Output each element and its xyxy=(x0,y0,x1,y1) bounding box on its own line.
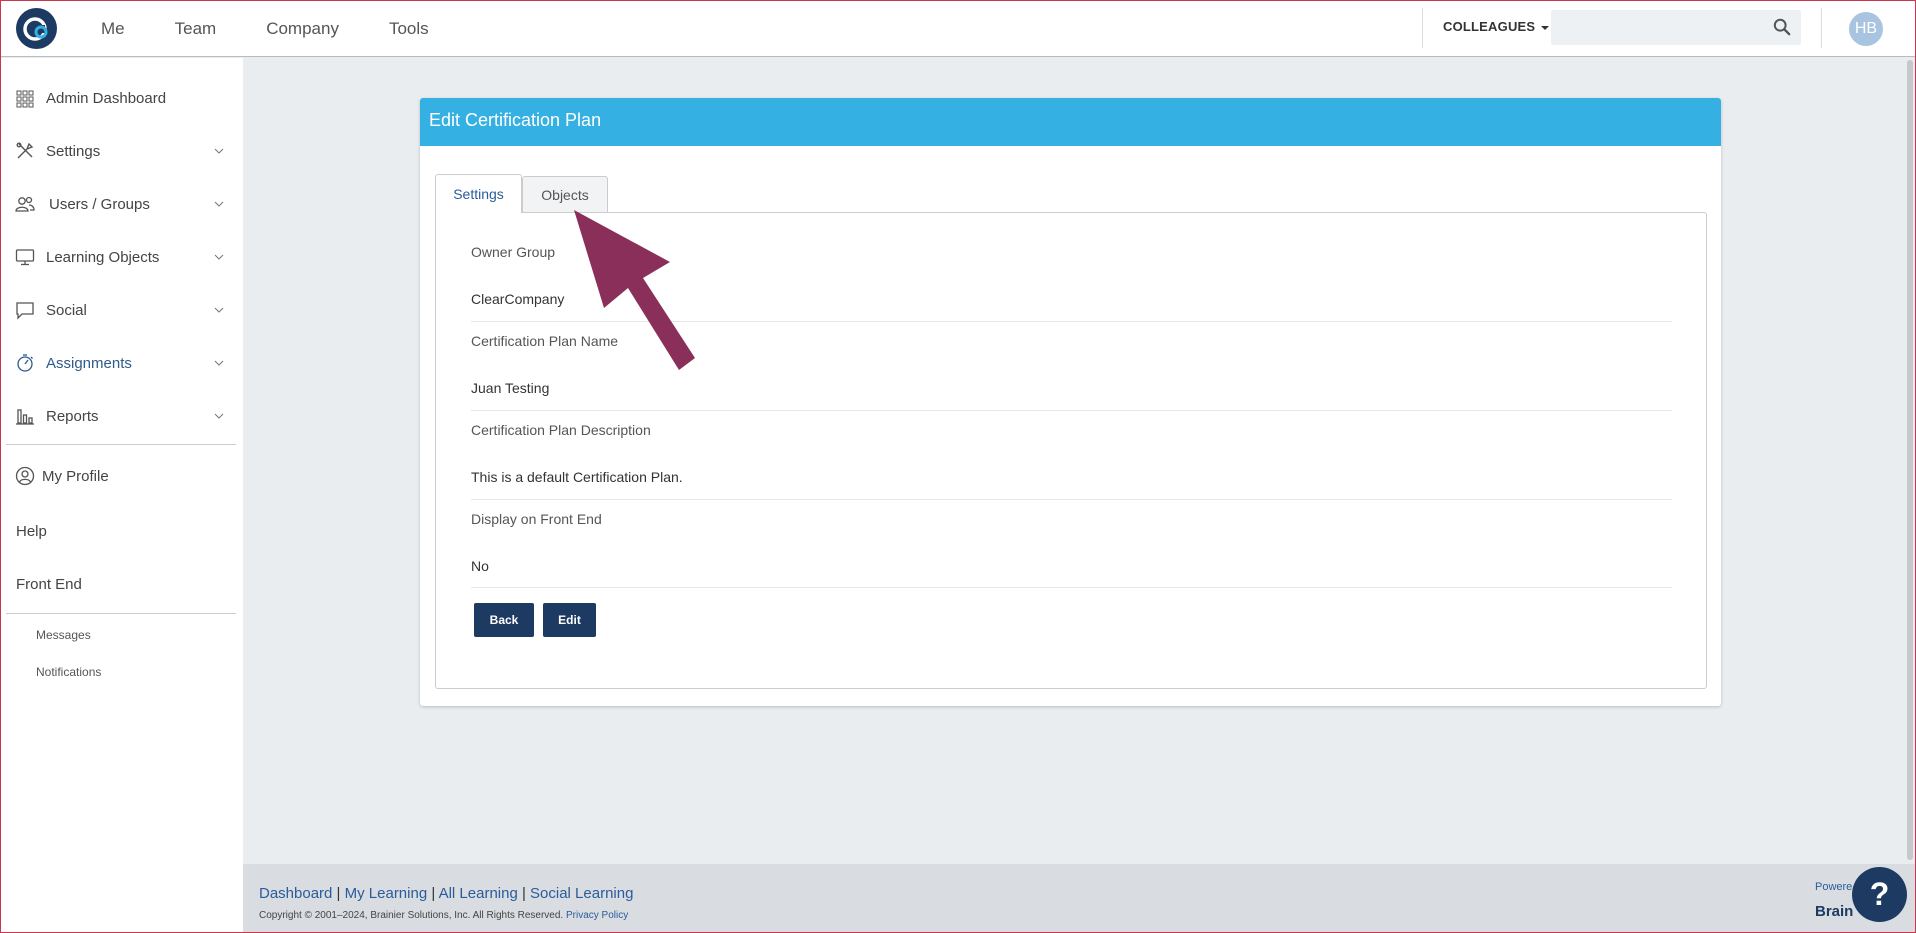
footer: Dashboard | My Learning | All Learning |… xyxy=(243,864,1916,933)
chevron-down-icon xyxy=(214,201,224,207)
brainier-logo[interactable]: Brain xyxy=(1815,903,1853,920)
chevron-down-icon xyxy=(214,148,224,154)
grid-icon xyxy=(16,90,34,108)
chevron-down-icon xyxy=(214,307,224,313)
field-value-plan-description: This is a default Certification Plan. xyxy=(471,469,683,485)
nav-company[interactable]: Company xyxy=(266,19,339,39)
sidebar-item-users-groups[interactable]: Users / Groups xyxy=(0,184,243,224)
chat-icon xyxy=(16,302,34,320)
scrollbar-thumb[interactable] xyxy=(1907,60,1913,860)
search-icon[interactable] xyxy=(1773,18,1791,36)
footer-link-my-learning[interactable]: My Learning xyxy=(345,885,428,902)
footer-links: Dashboard | My Learning | All Learning |… xyxy=(259,885,634,902)
colleagues-dropdown[interactable]: COLLEAGUES xyxy=(1443,19,1550,34)
clearcompany-logo-icon[interactable] xyxy=(16,8,57,49)
sidebar-item-label: Assignments xyxy=(46,354,132,372)
nav-team[interactable]: Team xyxy=(175,19,217,39)
sidebar-item-label: Settings xyxy=(46,142,101,160)
field-value-plan-name: Juan Testing xyxy=(471,380,550,396)
sidebar-item-social[interactable]: Social xyxy=(0,290,243,330)
chevron-down-icon xyxy=(214,413,224,419)
annotation-arrow-icon xyxy=(574,210,695,370)
sidebar-item-reports[interactable]: Reports xyxy=(0,396,243,436)
main-nav: Me Team Company Tools xyxy=(101,0,479,57)
chevron-down-icon xyxy=(214,360,224,366)
footer-link-all-learning[interactable]: All Learning xyxy=(439,885,518,902)
sidebar-item-messages[interactable]: Messages xyxy=(36,628,91,642)
sidebar-item-settings[interactable]: Settings xyxy=(0,131,243,171)
field-label-owner-group: Owner Group xyxy=(471,244,556,260)
certification-plan-card: Edit Certification Plan Settings Objects… xyxy=(420,98,1721,706)
sidebar-item-label: Social xyxy=(46,301,87,319)
divider xyxy=(471,410,1672,411)
sidebar-item-assignments[interactable]: Assignments xyxy=(0,343,243,383)
field-value-owner-group: ClearCompany xyxy=(471,291,565,307)
sidebar-item-notifications[interactable]: Notifications xyxy=(36,665,101,679)
caret-down-icon xyxy=(1541,25,1550,30)
copyright: Copyright © 2001–2024, Brainier Solution… xyxy=(259,910,628,921)
back-button[interactable]: Back xyxy=(474,603,534,637)
sidebar-item-label: Users / Groups xyxy=(49,195,150,213)
copyright-text: Copyright © 2001–2024, Brainier Solution… xyxy=(259,910,564,921)
help-button[interactable]: ? xyxy=(1852,867,1907,922)
stopwatch-icon xyxy=(17,354,33,372)
tools-icon xyxy=(16,142,34,159)
footer-link-social-learning[interactable]: Social Learning xyxy=(530,885,633,902)
sidebar: Admin Dashboard Settings Users / Groups xyxy=(0,58,243,933)
top-navbar: Me Team Company Tools COLLEAGUES HB xyxy=(0,0,1916,57)
tab-settings[interactable]: Settings xyxy=(435,174,522,213)
divider xyxy=(6,613,236,614)
page-title: Edit Certification Plan xyxy=(429,110,602,130)
sidebar-item-label: My Profile xyxy=(42,467,109,485)
sidebar-item-label: Learning Objects xyxy=(46,248,160,266)
field-value-display-front-end: No xyxy=(471,558,489,574)
sidebar-item-label: Reports xyxy=(46,407,99,425)
bar-chart-icon xyxy=(16,409,34,425)
field-label-plan-description: Certification Plan Description xyxy=(471,422,651,438)
search-box xyxy=(1551,10,1801,45)
sidebar-item-front-end[interactable]: Front End xyxy=(16,576,82,593)
nav-tools[interactable]: Tools xyxy=(389,19,429,39)
nav-me[interactable]: Me xyxy=(101,19,125,39)
chevron-down-icon xyxy=(214,254,224,260)
sidebar-item-label: Admin Dashboard xyxy=(46,89,167,107)
footer-link-dashboard[interactable]: Dashboard xyxy=(259,885,332,902)
sidebar-item-admin-dashboard[interactable]: Admin Dashboard xyxy=(0,78,243,118)
divider xyxy=(6,444,236,445)
divider xyxy=(471,499,1672,500)
sidebar-item-learning-objects[interactable]: Learning Objects xyxy=(0,237,243,277)
sidebar-item-help[interactable]: Help xyxy=(16,523,47,540)
divider xyxy=(1422,8,1423,48)
divider xyxy=(471,587,1672,588)
divider xyxy=(1821,8,1822,48)
powered-by-text: Powere xyxy=(1815,881,1853,893)
privacy-policy-link[interactable]: Privacy Policy xyxy=(566,910,628,921)
monitor-icon xyxy=(15,249,35,266)
user-circle-icon xyxy=(15,466,35,486)
search-input[interactable] xyxy=(1551,10,1766,45)
colleagues-label: COLLEAGUES xyxy=(1443,19,1536,34)
edit-button[interactable]: Edit xyxy=(543,603,596,637)
avatar[interactable]: HB xyxy=(1849,12,1883,46)
sidebar-item-my-profile[interactable]: My Profile xyxy=(0,456,243,496)
users-icon xyxy=(15,196,35,212)
card-header: Edit Certification Plan xyxy=(420,98,1721,146)
field-label-display-front-end: Display on Front End xyxy=(471,511,602,527)
